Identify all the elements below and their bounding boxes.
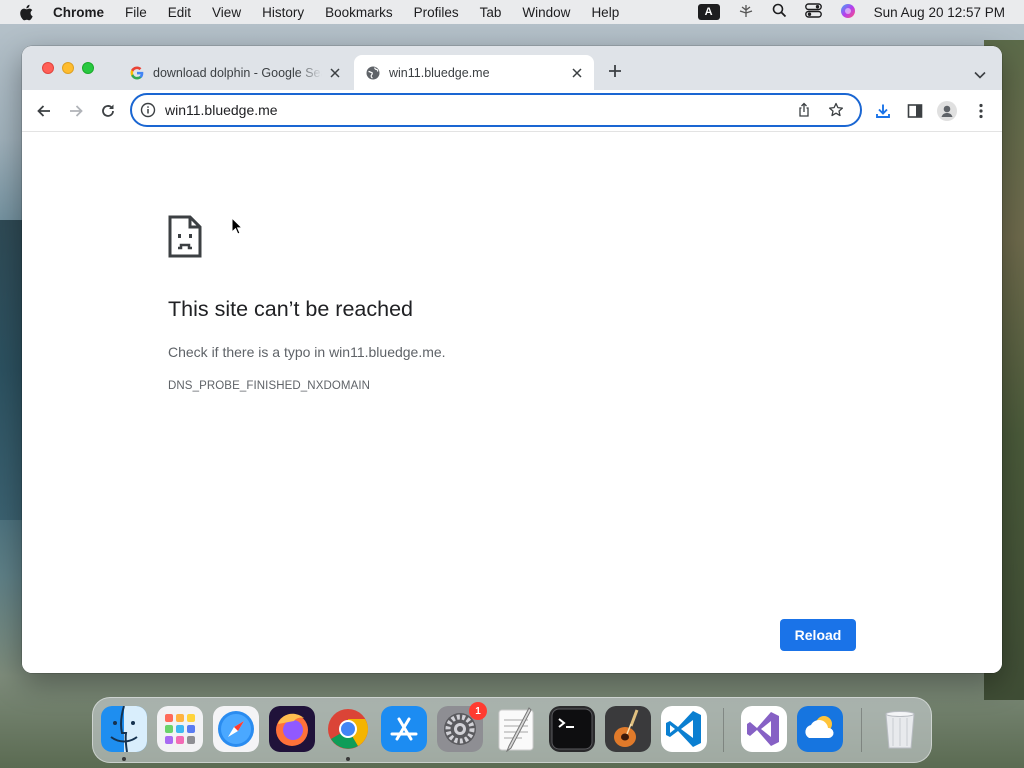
menu-tab[interactable]: Tab: [480, 5, 502, 20]
app-store-icon[interactable]: [381, 706, 427, 752]
chrome-window: download dolphin - Google Search win11.b…: [22, 46, 1002, 673]
address-bar[interactable]: win11.bluedge.me: [130, 93, 862, 127]
download-icon[interactable]: [874, 102, 892, 120]
mouse-pointer-icon: [231, 216, 244, 235]
spotlight-search-icon[interactable]: [772, 3, 787, 21]
launchpad-icon[interactable]: [157, 706, 203, 752]
menu-history[interactable]: History: [262, 5, 304, 20]
google-g-icon: [130, 66, 144, 80]
menu-view[interactable]: View: [212, 5, 241, 20]
dock: 1: [92, 697, 932, 763]
reload-button[interactable]: Reload: [780, 619, 856, 651]
menu-edit[interactable]: Edit: [168, 5, 191, 20]
safari-icon[interactable]: [213, 706, 259, 752]
menu-window[interactable]: Window: [522, 5, 570, 20]
apple-menu-icon[interactable]: [19, 4, 37, 21]
sad-page-icon: [168, 215, 202, 258]
menu-profiles[interactable]: Profiles: [414, 5, 459, 20]
dock-separator: [723, 708, 724, 752]
new-tab-plus-icon[interactable]: [607, 63, 623, 79]
profile-avatar-icon[interactable]: [937, 101, 957, 121]
trash-icon[interactable]: [877, 706, 923, 752]
globe-icon: [366, 66, 380, 80]
terminal-icon[interactable]: [549, 706, 595, 752]
tab-strip: download dolphin - Google Search win11.b…: [22, 46, 1002, 90]
network-status-icon[interactable]: [738, 3, 754, 22]
menu-bookmarks[interactable]: Bookmarks: [325, 5, 393, 20]
textedit-icon[interactable]: [493, 706, 539, 752]
minimize-window-button[interactable]: [62, 62, 74, 74]
close-tab-icon[interactable]: [328, 66, 342, 80]
firefox-icon[interactable]: [269, 706, 315, 752]
tab-title: download dolphin - Google Search: [153, 65, 322, 80]
notification-badge: 1: [469, 702, 487, 720]
garageband-icon[interactable]: [605, 706, 651, 752]
more-menu-kebab-icon[interactable]: [972, 102, 990, 120]
control-center-icon[interactable]: [804, 3, 822, 21]
menu-app-name[interactable]: Chrome: [53, 5, 104, 20]
input-source-indicator[interactable]: A: [697, 4, 720, 20]
error-description: Check if there is a typo in win11.bluedg…: [168, 344, 446, 360]
tab-search-chevron-icon[interactable]: [974, 66, 986, 79]
vscode-icon[interactable]: [661, 706, 707, 752]
siri-icon[interactable]: [840, 3, 856, 22]
zoom-window-button[interactable]: [82, 62, 94, 74]
close-window-button[interactable]: [42, 62, 54, 74]
browser-toolbar: win11.bluedge.me: [22, 90, 1002, 132]
back-arrow-icon[interactable]: [35, 102, 53, 120]
site-info-icon[interactable]: [140, 102, 156, 118]
menu-bar: Chrome File Edit View History Bookmarks …: [0, 0, 1024, 24]
page-content: This site can’t be reached Check if ther…: [22, 132, 1002, 673]
cloudmounter-icon[interactable]: [797, 706, 843, 752]
address-bar-url[interactable]: win11.bluedge.me: [165, 102, 796, 118]
desktop-wallpaper-sea: [0, 220, 24, 520]
share-icon[interactable]: [796, 102, 812, 118]
error-code: DNS_PROBE_FINISHED_NXDOMAIN: [168, 380, 371, 392]
error-title: This site can’t be reached: [168, 297, 413, 321]
tab-title: win11.bluedge.me: [389, 65, 490, 80]
forward-arrow-icon[interactable]: [67, 102, 85, 120]
bookmark-star-icon[interactable]: [828, 102, 844, 118]
reload-icon[interactable]: [99, 102, 117, 120]
menu-file[interactable]: File: [125, 5, 147, 20]
close-tab-icon[interactable]: [570, 66, 584, 80]
tab-google-search[interactable]: download dolphin - Google Search: [118, 55, 352, 90]
menu-help[interactable]: Help: [591, 5, 619, 20]
window-controls: [42, 62, 94, 74]
menu-bar-clock[interactable]: Sun Aug 20 12:57 PM: [874, 5, 1005, 20]
tab-active-site[interactable]: win11.bluedge.me: [354, 55, 594, 90]
side-panel-icon[interactable]: [906, 102, 924, 120]
running-indicator: [346, 757, 350, 761]
visual-studio-icon[interactable]: [741, 706, 787, 752]
finder-icon[interactable]: [101, 706, 147, 752]
dock-separator: [861, 708, 862, 752]
chrome-icon[interactable]: [325, 706, 371, 752]
running-indicator: [122, 757, 126, 761]
